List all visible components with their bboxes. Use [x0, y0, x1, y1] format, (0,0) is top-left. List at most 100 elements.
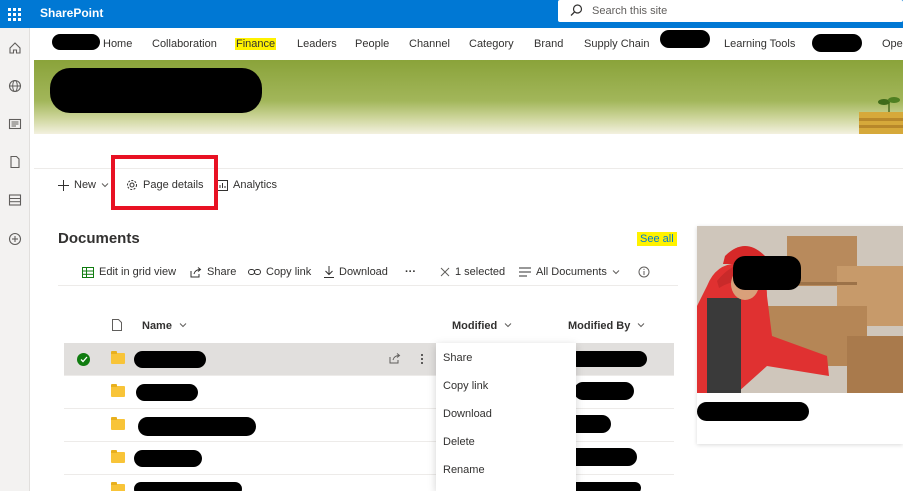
more-options-button[interactable]: ··· — [405, 266, 416, 278]
nav-item-channel[interactable]: Channel — [409, 38, 450, 50]
chevron-down-icon — [179, 323, 187, 328]
info-button[interactable] — [638, 266, 650, 278]
column-header-modified-by[interactable]: Modified By — [568, 320, 645, 332]
nav-item-learning-tools[interactable]: Learning Tools — [724, 38, 795, 50]
nav-item-brand[interactable]: Brand — [534, 38, 563, 50]
column-header-modified[interactable]: Modified — [452, 320, 512, 332]
file-icon[interactable] — [7, 154, 23, 170]
table-row[interactable] — [64, 343, 674, 376]
share-icon[interactable] — [389, 353, 401, 364]
redaction-mark — [697, 402, 809, 421]
create-plus-icon[interactable] — [7, 231, 23, 247]
nav-item-more[interactable]: Ope — [882, 38, 903, 50]
column-header-name[interactable]: Name — [142, 320, 187, 332]
nav-item-category[interactable]: Category — [469, 38, 514, 50]
left-app-bar — [0, 28, 30, 491]
column-modified-label: Modified — [452, 320, 498, 332]
view-lines-icon — [519, 267, 531, 277]
menu-item-download[interactable]: Download — [443, 408, 492, 420]
share-icon — [190, 266, 202, 277]
menu-item-share[interactable]: Share — [443, 352, 472, 364]
chevron-down-icon — [101, 183, 109, 188]
search-placeholder: Search this site — [592, 5, 668, 17]
folder-icon — [111, 450, 125, 463]
menu-item-delete[interactable]: Delete — [443, 436, 475, 448]
download-icon — [324, 266, 334, 278]
edit-grid-view-button[interactable]: Edit in grid view — [82, 266, 176, 278]
library-toolbar: Edit in grid view Share Copy link Downlo… — [58, 260, 678, 286]
file-type-icon — [112, 319, 122, 331]
list-column-headers: Name Modified Modified By — [64, 312, 674, 340]
table-row[interactable] — [64, 409, 674, 442]
more-vertical-icon[interactable] — [420, 353, 424, 365]
download-button[interactable]: Download — [324, 266, 388, 278]
chevron-down-icon — [612, 270, 620, 275]
redaction-mark — [733, 256, 801, 290]
search-icon — [570, 4, 583, 16]
redaction-mark — [52, 34, 100, 50]
nav-item-supply-chain[interactable]: Supply Chain — [584, 38, 649, 50]
chevron-down-icon — [638, 323, 645, 328]
menu-item-copy-link[interactable]: Copy link — [443, 380, 488, 392]
redaction-mark — [134, 351, 206, 368]
copy-link-label: Copy link — [266, 266, 312, 278]
share-label: Share — [207, 266, 237, 278]
plus-icon — [58, 179, 69, 191]
nav-item-collaboration[interactable]: Collaboration — [152, 38, 217, 50]
redaction-mark — [569, 351, 647, 367]
folder-icon — [111, 351, 125, 364]
view-selector-label: All Documents — [536, 266, 607, 278]
site-banner — [34, 60, 903, 134]
app-launcher-icon[interactable] — [0, 0, 28, 28]
suite-bar: SharePoint Search this site — [0, 0, 903, 28]
redaction-mark — [569, 482, 641, 491]
clear-selection-button[interactable]: 1 selected — [440, 266, 505, 278]
nav-item-finance[interactable]: Finance — [235, 38, 277, 50]
news-icon[interactable] — [7, 116, 23, 132]
table-row[interactable] — [64, 442, 674, 475]
copy-link-button[interactable]: Copy link — [248, 266, 311, 278]
nav-item-leaders[interactable]: Leaders — [297, 38, 337, 50]
grid-icon — [82, 266, 94, 278]
nav-item-home[interactable]: Home — [103, 38, 132, 50]
redaction-mark — [136, 384, 198, 401]
redaction-mark — [138, 417, 256, 436]
see-all-link[interactable]: See all — [637, 232, 677, 246]
table-row[interactable] — [64, 376, 674, 409]
nav-item-people[interactable]: People — [355, 38, 389, 50]
home-icon[interactable] — [7, 40, 23, 56]
redaction-mark — [660, 30, 710, 48]
globe-icon[interactable] — [7, 78, 23, 94]
view-selector[interactable]: All Documents — [519, 266, 620, 278]
info-icon — [638, 266, 650, 278]
news-card[interactable] — [697, 226, 903, 444]
documents-title: Documents — [58, 230, 140, 247]
search-input[interactable]: Search this site — [558, 0, 903, 22]
download-label: Download — [339, 266, 388, 278]
column-modified-by-label: Modified By — [568, 320, 631, 332]
annotation-highlight-box — [111, 155, 218, 210]
redaction-mark — [134, 450, 202, 467]
analytics-label: Analytics — [233, 179, 278, 191]
folder-icon — [111, 482, 125, 491]
redaction-mark — [134, 482, 242, 491]
coins-plant-image — [859, 97, 903, 134]
analytics-icon — [217, 179, 228, 191]
redaction-mark — [567, 448, 637, 466]
redaction-mark — [50, 68, 262, 113]
link-icon — [248, 269, 261, 275]
new-button[interactable]: New — [58, 179, 109, 191]
chevron-down-icon — [504, 323, 512, 328]
folder-icon — [111, 384, 125, 397]
folder-icon — [111, 417, 125, 430]
menu-item-rename[interactable]: Rename — [443, 464, 485, 476]
analytics-button[interactable]: Analytics — [217, 179, 277, 191]
lists-icon[interactable] — [7, 192, 23, 208]
delivery-worker-photo — [697, 226, 903, 393]
brand-title[interactable]: SharePoint — [40, 6, 103, 20]
row-context-menu: Share Copy link Download Delete Rename — [436, 343, 576, 491]
share-button[interactable]: Share — [190, 266, 236, 278]
table-row[interactable] — [64, 475, 674, 491]
close-icon — [440, 267, 450, 277]
selected-check-icon[interactable] — [77, 353, 90, 366]
